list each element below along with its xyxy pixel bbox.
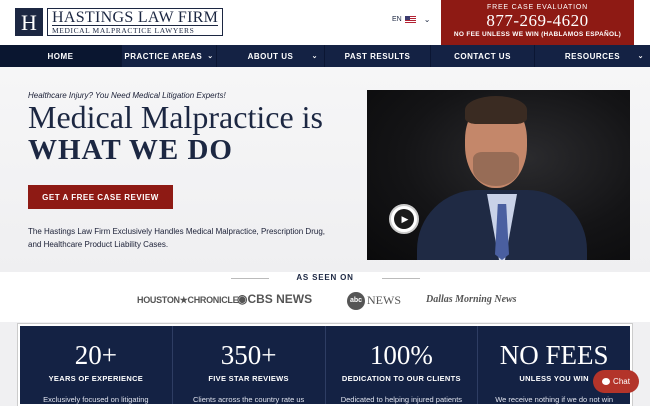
logo-text: HASTINGS LAW FIRM MEDICAL MALPRACTICE LA…: [47, 8, 224, 36]
nav-label: HOME: [47, 51, 74, 61]
stats-bar: 20+ YEARS OF EXPERIENCE Exclusively focu…: [17, 323, 633, 406]
phone-cta[interactable]: FREE CASE EVALUATION 877-269-4620 NO FEE…: [441, 0, 634, 45]
us-flag-icon: [404, 16, 416, 23]
logo-name: HASTINGS LAW FIRM: [52, 8, 219, 26]
houston-chronicle-logo: HOUSTON★CHRONICLE: [137, 295, 239, 305]
nav-label: PRACTICE AREAS: [124, 51, 203, 61]
hero-video[interactable]: ▶: [367, 90, 630, 260]
chevron-down-icon: ⌄: [423, 15, 431, 24]
stat-number: NO FEES: [499, 340, 609, 370]
cbs-news-logo: ◉CBS NEWS: [237, 292, 313, 306]
phone-number[interactable]: 877-269-4620: [441, 12, 634, 30]
chevron-down-icon: ⌄: [207, 53, 214, 60]
language-selector[interactable]: EN ⌄: [392, 15, 430, 24]
nav-home[interactable]: HOME: [0, 45, 122, 67]
stat-label: FIVE STAR REVIEWS: [208, 374, 289, 383]
stat-item: 100% DEDICATION TO OUR CLIENTS Dedicated…: [326, 326, 479, 404]
play-icon: ▶: [394, 209, 414, 229]
chevron-down-icon: ⌄: [637, 53, 644, 60]
as-seen-on: AS SEEN ON HOUSTON★CHRONICLE ◉CBS NEWS a…: [0, 272, 650, 322]
hero-headline-strong: WHAT WE DO: [28, 134, 233, 166]
stat-number: 100%: [369, 340, 433, 370]
free-case-review-button[interactable]: GET A FREE CASE REVIEW: [28, 185, 173, 209]
nav-about-us[interactable]: ABOUT US ⌄: [217, 45, 325, 67]
nav-resources[interactable]: RESOURCES ⌄: [535, 45, 650, 67]
stat-description: We receive nothing if we do not win: [495, 395, 614, 404]
site-logo[interactable]: H HASTINGS LAW FIRM MEDICAL MALPRACTICE …: [15, 8, 224, 36]
nav-label: ABOUT US: [247, 51, 294, 61]
abc-news-logo: abc NEWS: [347, 292, 401, 310]
hero-description: The Hastings Law Firm Exclusively Handle…: [28, 227, 325, 249]
site-header: H HASTINGS LAW FIRM MEDICAL MALPRACTICE …: [0, 0, 650, 45]
play-button[interactable]: ▶: [389, 204, 419, 234]
dallas-morning-news-logo: Dallas Morning News: [426, 294, 517, 305]
stat-number: 20+: [74, 340, 117, 370]
stat-label: DEDICATION TO OUR CLIENTS: [341, 374, 461, 383]
cta-note: NO FEE UNLESS WE WIN (HABLAMOS ESPAÑOL): [453, 31, 622, 38]
nav-past-results[interactable]: PAST RESULTS: [325, 45, 431, 67]
nav-label: CONTACT US: [454, 51, 511, 61]
abc-badge: abc: [347, 292, 365, 310]
main-nav: HOME PRACTICE AREAS ⌄ ABOUT US ⌄ PAST RESU…: [0, 45, 650, 67]
attorney-hair: [465, 96, 527, 124]
language-code: EN: [392, 16, 402, 23]
nav-label: PAST RESULTS: [344, 51, 411, 61]
nav-label: RESOURCES: [564, 51, 621, 61]
chevron-down-icon: ⌄: [311, 53, 318, 60]
nav-practice-areas[interactable]: PRACTICE AREAS ⌄: [122, 45, 217, 67]
stat-label: YEARS OF EXPERIENCE: [48, 374, 144, 383]
attorney-beard: [473, 152, 519, 186]
divider: [382, 278, 420, 279]
chat-button[interactable]: Chat: [593, 370, 639, 393]
stat-description: Dedicated to helping injured patients: [340, 395, 463, 404]
stat-item: 350+ FIVE STAR REVIEWS Clients across th…: [173, 326, 326, 404]
logo-mark: H: [15, 8, 43, 36]
logo-subtitle: MEDICAL MALPRACTICE LAWYERS: [52, 24, 219, 35]
hero-headline: Medical Malpractice is: [28, 99, 323, 135]
chat-bubble-icon: [602, 378, 611, 385]
abc-news-text: NEWS: [367, 292, 401, 307]
nav-contact-us[interactable]: CONTACT US: [431, 45, 535, 67]
stat-item: 20+ YEARS OF EXPERIENCE Exclusively focu…: [20, 326, 173, 404]
hero-section: Healthcare Injury? You Need Medical Liti…: [0, 67, 650, 272]
chat-label: Chat: [613, 377, 630, 386]
stat-description: Exclusively focused on litigating: [43, 395, 149, 404]
stat-description: Clients across the country rate us: [192, 395, 305, 404]
stat-number: 350+: [220, 340, 277, 370]
